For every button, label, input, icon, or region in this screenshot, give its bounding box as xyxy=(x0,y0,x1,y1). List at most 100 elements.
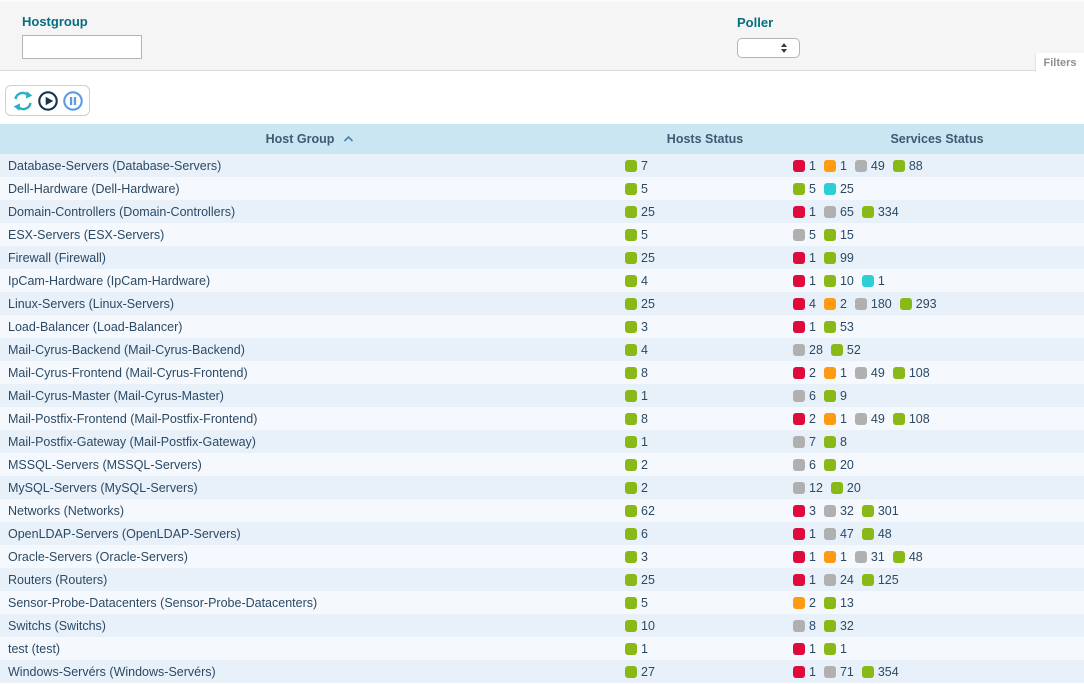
status-count: 3 xyxy=(641,550,648,564)
status-badge-ok: 10 xyxy=(625,619,655,633)
filters-tab-label: Filters xyxy=(1043,57,1076,69)
host-group-header-label: Host Group xyxy=(266,132,335,146)
status-count: 354 xyxy=(878,665,899,679)
status-count: 2 xyxy=(840,297,847,311)
ok-chip-icon xyxy=(862,528,874,540)
status-badge-ok: 5 xyxy=(625,182,648,196)
hostgroup-row[interactable]: Sensor-Probe-Datacenters (Sensor-Probe-D… xyxy=(0,591,1084,614)
hostgroup-row[interactable]: Database-Servers (Database-Servers)71149… xyxy=(0,154,1084,177)
hosts-status-cell: 7 xyxy=(620,154,790,177)
unknown-chip-icon xyxy=(793,482,805,494)
status-count: 5 xyxy=(641,228,648,242)
filters-tab[interactable]: Filters xyxy=(1035,53,1084,72)
hostgroup-row[interactable]: test (test)111 xyxy=(0,637,1084,660)
status-count: 1 xyxy=(809,320,816,334)
column-header-host-group[interactable]: Host Group xyxy=(0,124,620,154)
status-count: 49 xyxy=(871,159,885,173)
hostgroup-row[interactable]: Mail-Cyrus-Master (Mail-Cyrus-Master)169 xyxy=(0,384,1084,407)
status-count: 125 xyxy=(878,573,899,587)
hosts-status-header-label: Hosts Status xyxy=(667,132,743,146)
status-count: 8 xyxy=(809,619,816,633)
hostgroup-row[interactable]: Mail-Postfix-Gateway (Mail-Postfix-Gatew… xyxy=(0,430,1084,453)
status-count: 3 xyxy=(641,320,648,334)
status-count: 24 xyxy=(840,573,854,587)
hostgroup-row[interactable]: Oracle-Servers (Oracle-Servers) 3 113148 xyxy=(0,545,1084,568)
hostgroups-table: Host Group Hosts Status Services Status … xyxy=(0,124,1084,683)
pause-icon xyxy=(62,90,84,112)
hosts-status-cell: 8 xyxy=(620,361,790,384)
critical-chip-icon xyxy=(793,367,805,379)
hostgroup-row[interactable]: Networks (Networks)62332301 xyxy=(0,499,1084,522)
hostgroup-row[interactable]: MSSQL-Servers (MSSQL-Servers)2620 xyxy=(0,453,1084,476)
unknown-chip-icon xyxy=(793,229,805,241)
hostgroup-row[interactable]: Mail-Cyrus-Frontend (Mail-Cyrus-Frontend… xyxy=(0,361,1084,384)
hostgroup-row[interactable]: ESX-Servers (ESX-Servers)5515 xyxy=(0,223,1084,246)
unknown-chip-icon xyxy=(824,528,836,540)
hostgroup-row[interactable]: Linux-Servers (Linux-Servers)2542180293 xyxy=(0,292,1084,315)
hostgroup-row[interactable]: OpenLDAP-Servers (OpenLDAP-Servers)61474… xyxy=(0,522,1084,545)
status-badge-ok: 32 xyxy=(824,619,854,633)
pause-button[interactable] xyxy=(61,89,84,112)
hosts-status-cell: 5 xyxy=(620,591,790,614)
status-badge-critical: 1 xyxy=(793,274,816,288)
status-badge-ok: 48 xyxy=(862,527,892,541)
status-count: 71 xyxy=(840,665,854,679)
ok-chip-icon xyxy=(862,505,874,517)
status-count: 1 xyxy=(840,366,847,380)
unknown-chip-icon xyxy=(855,551,867,563)
refresh-button[interactable] xyxy=(11,89,34,112)
hostgroup-row[interactable]: Load-Balancer (Load-Balancer)3153 xyxy=(0,315,1084,338)
ok-chip-icon xyxy=(625,436,637,448)
status-badge-unknown: 8 xyxy=(793,619,816,633)
services-status-cell: 113148 xyxy=(790,545,1084,568)
hostgroup-row[interactable]: Firewall (Firewall)25199 xyxy=(0,246,1084,269)
services-status-cell: 525 xyxy=(790,177,1084,200)
hostgroup-input[interactable] xyxy=(22,35,142,59)
ok-chip-icon xyxy=(831,344,843,356)
play-button[interactable] xyxy=(36,89,59,112)
status-count: 25 xyxy=(641,573,655,587)
column-header-services-status[interactable]: Services Status xyxy=(790,124,1084,154)
refresh-icon xyxy=(12,90,34,112)
status-badge-critical: 1 xyxy=(793,251,816,265)
hostgroup-row[interactable]: Mail-Cyrus-Backend (Mail-Cyrus-Backend)4… xyxy=(0,338,1084,361)
status-badge-unknown: 47 xyxy=(824,527,854,541)
ok-chip-icon xyxy=(625,344,637,356)
ok-chip-icon xyxy=(625,183,637,195)
hostgroup-row[interactable]: Dell-Hardware (Dell-Hardware)5525 xyxy=(0,177,1084,200)
status-count: 8 xyxy=(641,412,648,426)
status-count: 1 xyxy=(809,573,816,587)
status-count: 9 xyxy=(840,389,847,403)
hostgroup-row[interactable]: Domain-Controllers (Domain-Controllers)2… xyxy=(0,200,1084,223)
column-header-hosts-status[interactable]: Hosts Status xyxy=(620,124,790,154)
critical-chip-icon xyxy=(793,298,805,310)
hostgroup-name: Networks (Networks) xyxy=(0,499,620,522)
hostgroup-row[interactable]: MySQL-Servers (MySQL-Servers)21220 xyxy=(0,476,1084,499)
warning-chip-icon xyxy=(824,551,836,563)
hostgroup-name: Sensor-Probe-Datacenters (Sensor-Probe-D… xyxy=(0,591,620,614)
status-badge-ok: 88 xyxy=(893,159,923,173)
hostgroup-name: Oracle-Servers (Oracle-Servers) xyxy=(0,545,620,568)
status-count: 1 xyxy=(641,435,648,449)
table-body: Database-Servers (Database-Servers)71149… xyxy=(0,154,1084,683)
hosts-status-cell: 1 xyxy=(620,384,790,407)
hostgroup-name: MySQL-Servers (MySQL-Servers) xyxy=(0,476,620,499)
status-badge-ok: 20 xyxy=(824,458,854,472)
status-badge-ok: 1 xyxy=(625,389,648,403)
status-count: 25 xyxy=(641,251,655,265)
hostgroup-row[interactable]: Switchs (Switchs)10832 xyxy=(0,614,1084,637)
hostgroup-row[interactable]: Routers (Routers)25124125 xyxy=(0,568,1084,591)
hostgroup-row[interactable]: Mail-Postfix-Frontend (Mail-Postfix-Fron… xyxy=(0,407,1084,430)
unknown-chip-icon xyxy=(793,390,805,402)
hostgroup-row[interactable]: IpCam-Hardware (IpCam-Hardware)41101 xyxy=(0,269,1084,292)
unknown-chip-icon xyxy=(824,505,836,517)
hostgroup-name: Mail-Cyrus-Frontend (Mail-Cyrus-Frontend… xyxy=(0,361,620,384)
ok-chip-icon xyxy=(625,229,637,241)
ok-chip-icon xyxy=(625,505,637,517)
status-badge-unknown: 24 xyxy=(824,573,854,587)
status-badge-critical: 1 xyxy=(793,573,816,587)
poller-select[interactable] xyxy=(737,38,800,58)
services-status-cell: 515 xyxy=(790,223,1084,246)
hostgroup-row[interactable]: Windows-Servérs (Windows-Servérs)2717135… xyxy=(0,660,1084,683)
hostgroup-name: Firewall (Firewall) xyxy=(0,246,620,269)
